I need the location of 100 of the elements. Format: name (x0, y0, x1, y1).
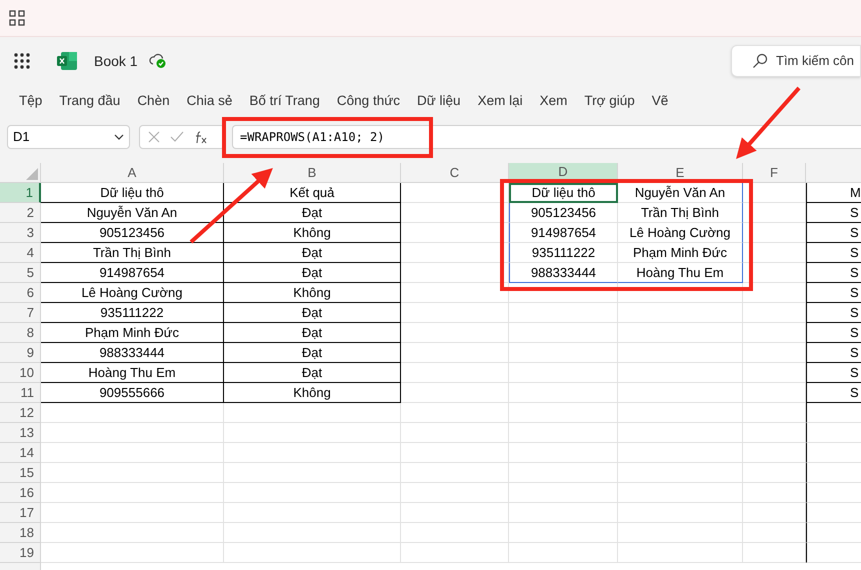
ribbon-tab[interactable]: Chia sẻ (186, 90, 232, 112)
row-header[interactable]: 6 (0, 283, 41, 303)
table-cell[interactable]: S (806, 203, 861, 223)
table-cell[interactable] (618, 403, 743, 423)
row-header[interactable]: 9 (0, 343, 41, 363)
table-cell[interactable]: Trần Thị Bình (618, 203, 743, 223)
table-cell[interactable]: 935111222 (41, 303, 224, 323)
table-cell[interactable] (806, 483, 861, 503)
table-cell[interactable]: Đạt (224, 203, 401, 223)
table-cell[interactable] (401, 303, 509, 323)
table-cell[interactable] (509, 383, 618, 403)
row-header[interactable]: 18 (0, 523, 41, 543)
table-cell[interactable] (618, 483, 743, 503)
table-cell[interactable] (743, 263, 806, 283)
table-cell[interactable]: Không (224, 383, 401, 403)
table-cell[interactable]: S (806, 343, 861, 363)
table-cell[interactable] (618, 303, 743, 323)
table-cell[interactable] (224, 443, 401, 463)
table-cell[interactable]: Dữ liệu thô (41, 183, 224, 203)
table-cell[interactable] (806, 423, 861, 443)
table-cell[interactable] (618, 463, 743, 483)
table-cell[interactable] (743, 383, 806, 403)
table-cell[interactable]: Lê Hoàng Cường (618, 223, 743, 243)
table-cell[interactable] (806, 463, 861, 483)
table-cell[interactable] (401, 503, 509, 523)
table-cell[interactable]: S (806, 363, 861, 383)
ribbon-tab[interactable]: Trang đầu (59, 90, 120, 112)
table-cell[interactable]: Nguyễn Văn An (41, 203, 224, 223)
table-cell[interactable] (743, 403, 806, 423)
table-cell[interactable] (618, 423, 743, 443)
table-cell[interactable] (743, 283, 806, 303)
ribbon-tab[interactable]: Xem (540, 90, 568, 112)
table-cell[interactable] (743, 483, 806, 503)
table-cell[interactable] (509, 523, 618, 543)
table-cell[interactable] (509, 343, 618, 363)
table-cell[interactable] (401, 463, 509, 483)
table-cell[interactable] (618, 443, 743, 463)
ribbon-tab[interactable]: Vẽ (652, 90, 668, 112)
row-header[interactable]: 7 (0, 303, 41, 323)
table-cell[interactable] (509, 303, 618, 323)
row-header[interactable]: 17 (0, 503, 41, 523)
table-cell[interactable] (224, 403, 401, 423)
ribbon-tab[interactable]: Tệp (19, 90, 42, 112)
table-cell[interactable] (401, 543, 509, 563)
table-cell[interactable] (509, 403, 618, 423)
table-cell[interactable] (743, 463, 806, 483)
table-cell[interactable] (618, 503, 743, 523)
column-header[interactable]: F (743, 163, 806, 182)
table-cell[interactable]: 909555666 (41, 383, 224, 403)
row-header[interactable]: 13 (0, 423, 41, 443)
table-cell[interactable]: 914987654 (41, 263, 224, 283)
table-cell[interactable] (618, 363, 743, 383)
table-cell[interactable] (743, 543, 806, 563)
table-cell[interactable] (224, 483, 401, 503)
table-cell[interactable] (401, 263, 509, 283)
select-all-icon[interactable] (26, 168, 38, 180)
row-header[interactable]: 11 (0, 383, 41, 403)
ribbon-tab[interactable]: Dữ liệu (417, 90, 461, 112)
table-cell[interactable] (743, 183, 806, 203)
table-cell[interactable] (743, 523, 806, 543)
table-cell[interactable] (806, 443, 861, 463)
table-cell[interactable] (743, 423, 806, 443)
table-cell[interactable] (401, 523, 509, 543)
ribbon-tab[interactable]: Công thức (336, 90, 400, 112)
column-header[interactable]: B (224, 163, 401, 182)
table-cell[interactable]: Đạt (224, 263, 401, 283)
table-cell[interactable] (743, 303, 806, 323)
table-cell[interactable] (401, 343, 509, 363)
table-cell[interactable] (743, 323, 806, 343)
table-cell[interactable] (618, 523, 743, 543)
column-header[interactable]: E (618, 163, 743, 182)
table-cell[interactable] (509, 543, 618, 563)
table-cell[interactable] (224, 463, 401, 483)
table-cell[interactable] (509, 363, 618, 383)
table-cell[interactable] (743, 223, 806, 243)
table-cell[interactable] (401, 183, 509, 203)
table-cell[interactable] (806, 543, 861, 563)
table-cell[interactable] (401, 423, 509, 443)
table-cell[interactable] (509, 323, 618, 343)
row-header[interactable]: 8 (0, 323, 41, 343)
table-cell[interactable] (618, 543, 743, 563)
table-cell[interactable] (224, 543, 401, 563)
table-cell[interactable] (224, 503, 401, 523)
ribbon-tab[interactable]: Xem lại (478, 90, 523, 112)
table-cell[interactable]: S (806, 223, 861, 243)
table-cell[interactable] (743, 503, 806, 523)
table-cell[interactable]: 905123456 (509, 203, 618, 223)
table-cell[interactable]: Phạm Minh Đức (41, 323, 224, 343)
table-cell[interactable] (401, 483, 509, 503)
function-icon[interactable] (194, 130, 208, 144)
table-cell[interactable] (401, 443, 509, 463)
row-header[interactable]: 3 (0, 223, 41, 243)
table-cell[interactable] (806, 523, 861, 543)
table-cell[interactable] (401, 283, 509, 303)
row-header[interactable]: 5 (0, 263, 41, 283)
row-header[interactable]: 14 (0, 443, 41, 463)
table-cell[interactable] (806, 403, 861, 423)
table-cell[interactable]: S (806, 263, 861, 283)
table-cell[interactable]: 935111222 (509, 243, 618, 263)
table-cell[interactable] (743, 443, 806, 463)
